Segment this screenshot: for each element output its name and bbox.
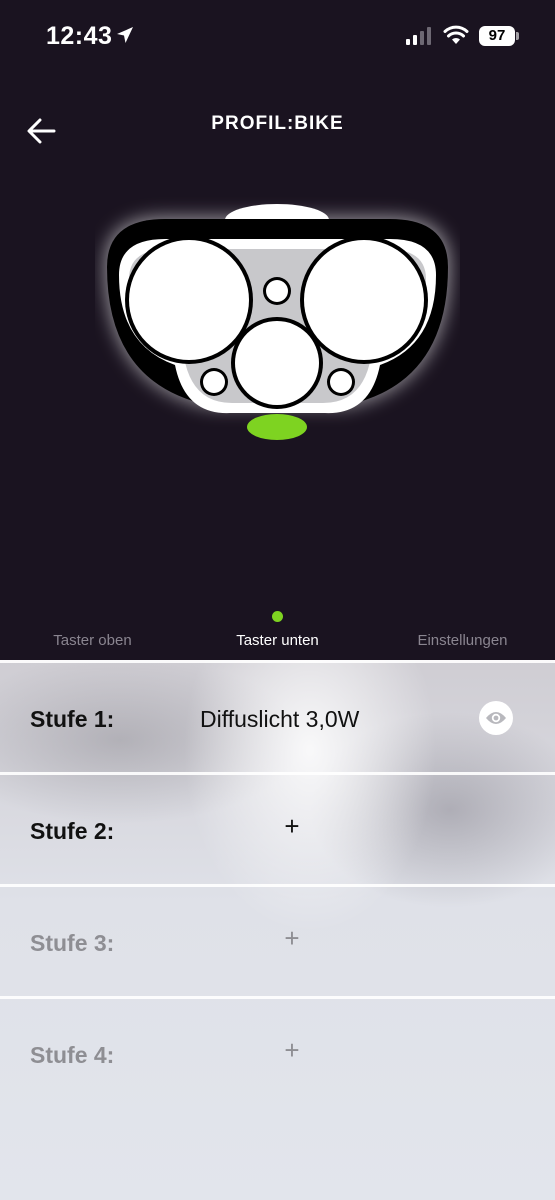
- add-stufe-button[interactable]: +: [276, 811, 308, 842]
- stufe-label: Stufe 1:: [30, 706, 115, 732]
- status-bar: 12:43 97: [0, 0, 555, 74]
- tab-bar: Taster oben Taster unten Einstellungen: [0, 600, 555, 660]
- add-stufe-button[interactable]: +: [276, 1035, 308, 1066]
- stufe-list: Stufe 1: Diffuslicht 3,0W Stufe 2: + Stu…: [0, 660, 555, 1200]
- status-time: 12:43: [46, 22, 113, 50]
- add-stufe-button[interactable]: +: [276, 923, 308, 954]
- stufe-label: Stufe 4:: [30, 1042, 115, 1068]
- battery-icon: 97: [479, 26, 515, 46]
- battery-level: 97: [488, 27, 506, 44]
- location-arrow-icon: [117, 27, 133, 43]
- page-title: PROFIL:BIKE: [211, 113, 344, 134]
- stufe-value: Diffuslicht 3,0W: [200, 706, 360, 732]
- stufe-row-1[interactable]: Stufe 1: Diffuslicht 3,0W: [0, 660, 555, 773]
- active-tab-indicator: [272, 611, 283, 622]
- stufe-label: Stufe 3:: [30, 930, 115, 956]
- eye-icon: [486, 712, 506, 724]
- stufe-row-2[interactable]: Stufe 2: +: [0, 772, 555, 885]
- wifi-icon: [443, 25, 469, 44]
- tab-taster-oben[interactable]: Taster oben: [0, 632, 185, 649]
- stufe-label: Stufe 2:: [30, 818, 115, 844]
- tab-einstellungen[interactable]: Einstellungen: [370, 632, 555, 649]
- signal-icon: [406, 27, 431, 45]
- battery-tip: [516, 32, 519, 40]
- stufe-row-4[interactable]: Stufe 4: +: [0, 996, 555, 1109]
- tab-taster-unten[interactable]: Taster unten: [185, 632, 370, 649]
- stufe-row-3[interactable]: Stufe 3: +: [0, 884, 555, 997]
- preview-button[interactable]: [479, 701, 513, 735]
- headlamp-illustration: [105, 204, 450, 440]
